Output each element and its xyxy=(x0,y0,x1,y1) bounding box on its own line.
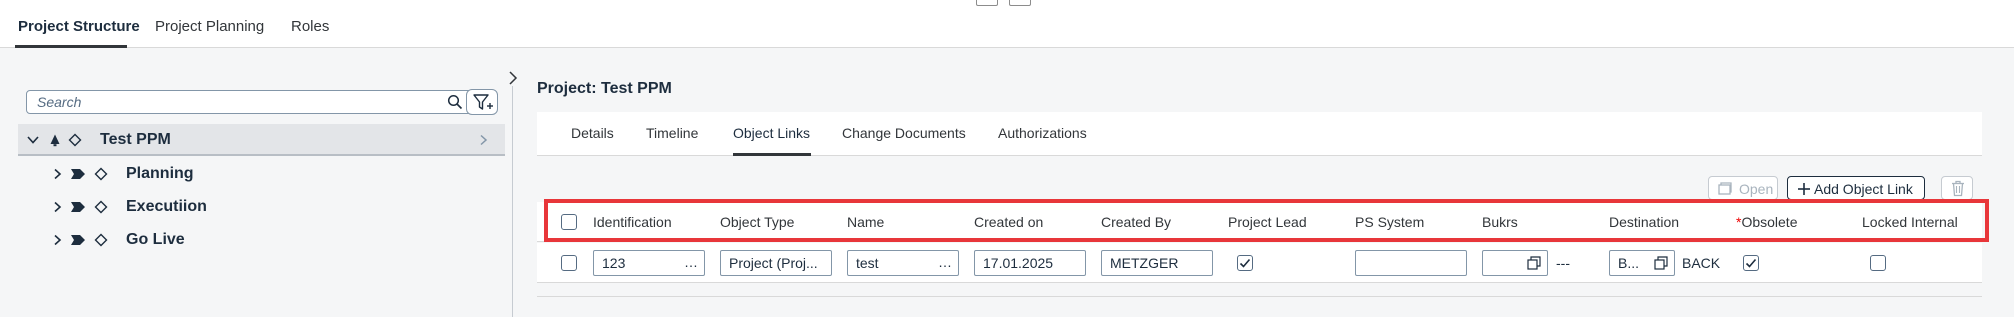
tree-item-label: Test PPM xyxy=(100,131,171,148)
collapse-panel-icon[interactable] xyxy=(506,70,520,86)
checkmark-icon xyxy=(1239,258,1251,268)
milestone-diamond-icon xyxy=(94,167,108,181)
chevron-right-icon[interactable] xyxy=(50,233,64,247)
identification-field[interactable]: 123 … xyxy=(593,250,705,276)
milestone-diamond-icon xyxy=(94,233,108,247)
more-icon[interactable]: … xyxy=(938,254,952,270)
tab-object-links[interactable]: Object Links xyxy=(733,125,810,141)
active-subtab-indicator xyxy=(733,153,811,156)
filter-icon xyxy=(473,94,493,110)
tab-change-documents[interactable]: Change Documents xyxy=(842,125,966,141)
milestone-diamond-icon xyxy=(94,200,108,214)
tree-item-label: Planning xyxy=(126,165,194,182)
bell-icon xyxy=(50,134,60,147)
table-row[interactable]: 123 … Project (Proj... test … 17.01.2025… xyxy=(537,243,1982,283)
more-icon[interactable]: … xyxy=(684,254,698,270)
created-on-value: 17.01.2025 xyxy=(983,255,1054,271)
chevron-right-icon[interactable] xyxy=(476,133,490,147)
tree-item-planning[interactable]: Planning xyxy=(18,158,505,190)
checkmark-icon xyxy=(1745,258,1757,268)
object-tab-bar: Details Timeline Object Links Change Doc… xyxy=(537,112,1982,156)
split-handle-left[interactable] xyxy=(976,0,998,6)
project-tree-panel: Test PPM Planning Executiion xyxy=(18,86,505,317)
filter-button[interactable] xyxy=(466,89,498,115)
tab-timeline[interactable]: Timeline xyxy=(646,125,698,141)
destination-text: BACK xyxy=(1682,255,1721,271)
phase-icon xyxy=(71,169,85,179)
tree-item-label: Executiion xyxy=(126,198,207,215)
name-field[interactable]: test … xyxy=(847,250,959,276)
tree-item-go-live[interactable]: Go Live xyxy=(18,224,505,256)
tab-details[interactable]: Details xyxy=(571,125,614,141)
phase-icon xyxy=(71,235,85,245)
tab-project-planning[interactable]: Project Planning xyxy=(155,18,264,35)
milestone-diamond-icon xyxy=(68,133,82,147)
tree-item-root[interactable]: Test PPM xyxy=(18,124,505,156)
split-handle-right[interactable] xyxy=(1009,0,1031,6)
destination-field[interactable]: B... xyxy=(1609,250,1675,276)
trash-icon xyxy=(1952,180,1964,197)
table-bottom-divider xyxy=(537,296,1982,297)
object-type-value: Project (Proj... xyxy=(729,255,818,271)
chevron-down-icon[interactable] xyxy=(26,133,40,147)
ps-system-field[interactable] xyxy=(1355,250,1467,276)
created-by-field[interactable]: METZGER xyxy=(1101,250,1213,276)
obsolete-checkbox[interactable] xyxy=(1743,255,1759,271)
search-icon[interactable] xyxy=(447,94,463,110)
delete-button[interactable] xyxy=(1941,176,1973,200)
tab-roles[interactable]: Roles xyxy=(291,18,329,35)
project-lead-checkbox[interactable] xyxy=(1237,255,1253,271)
add-object-link-label: Add Object Link xyxy=(1814,181,1913,197)
tree-item-label: Go Live xyxy=(126,231,185,248)
phase-icon xyxy=(71,202,85,212)
value-help-icon[interactable] xyxy=(1654,256,1668,270)
chevron-right-icon[interactable] xyxy=(50,167,64,181)
chevron-right-icon[interactable] xyxy=(50,200,64,214)
active-tab-indicator xyxy=(15,45,127,48)
tree-item-execution[interactable]: Executiion xyxy=(18,191,505,223)
value-help-icon[interactable] xyxy=(1527,256,1541,270)
bukrs-field[interactable] xyxy=(1482,250,1548,276)
name-value: test xyxy=(856,255,879,271)
tree-search-input[interactable] xyxy=(27,91,437,113)
add-object-link-button[interactable]: Add Object Link xyxy=(1787,176,1925,200)
open-button[interactable]: Open xyxy=(1708,176,1778,200)
add-icon xyxy=(1798,183,1810,195)
panel-divider[interactable] xyxy=(512,86,513,317)
tab-project-structure[interactable]: Project Structure xyxy=(18,18,140,35)
header-highlight-box xyxy=(544,199,1989,242)
tab-authorizations[interactable]: Authorizations xyxy=(998,125,1087,141)
page-title: Project: Test PPM xyxy=(537,80,672,97)
destination-value: B... xyxy=(1618,255,1640,271)
row-select-checkbox[interactable] xyxy=(561,255,577,271)
open-icon xyxy=(1718,182,1732,195)
top-tab-bar: Project Structure Project Planning Roles xyxy=(0,0,2014,48)
open-button-label: Open xyxy=(1739,181,1774,197)
created-on-field[interactable]: 17.01.2025 xyxy=(974,250,1086,276)
identification-value: 123 xyxy=(602,255,626,271)
tree-search-field[interactable] xyxy=(26,90,472,114)
bukrs-text: --- xyxy=(1556,255,1570,271)
locked-internal-checkbox[interactable] xyxy=(1870,255,1886,271)
object-type-field[interactable]: Project (Proj... xyxy=(720,250,832,276)
created-by-value: METZGER xyxy=(1110,255,1179,271)
